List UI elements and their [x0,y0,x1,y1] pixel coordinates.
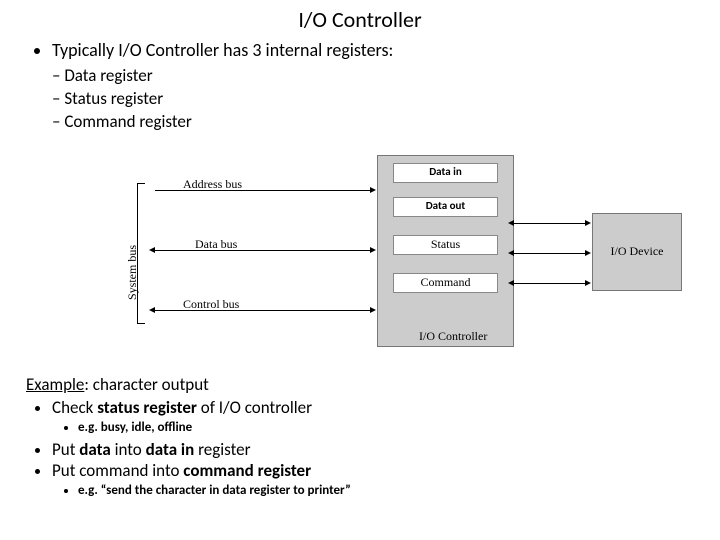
address-bus-arrow [370,187,376,193]
ctl-dev-arrow-r3 [585,280,591,286]
bullet-sub-2: Command register [52,111,694,132]
slide-title: I/O Controller [0,0,720,33]
ex1-pp: into [111,439,146,460]
ex1-b: data [79,439,110,460]
ctl-dev-line-1 [514,223,586,224]
control-bus-arrow-l [149,307,155,313]
address-bus-line [155,190,370,191]
data-in-register: Data in [393,163,498,183]
ex0-post: of I/O controller [197,397,312,418]
io-controller-label: I/O Controller [419,329,487,344]
example-item-2-sub: e.g. “send the character in data registe… [78,483,694,498]
sysbus-bracket-bot [137,323,145,324]
ex0-pre: Check [52,397,97,418]
example-item-2: Put command into command register [52,460,694,481]
data-bus-line [155,250,370,251]
bullet-sub-0: Data register [52,65,694,86]
system-bus-label: System bus [125,245,140,300]
example-item-1: Put data into data in register [52,439,694,460]
ctl-dev-line-2 [514,253,586,254]
ctl-dev-line-3 [514,283,586,284]
control-bus-line [155,310,370,311]
io-diagram: System bus Address bus Data bus Control … [125,155,695,365]
status-register: Status [393,235,498,255]
ctl-dev-arrow-r2 [585,250,591,256]
ex0-b: status register [97,397,197,418]
ctl-dev-arrow-l1 [508,220,514,226]
ctl-dev-arrow-l3 [508,280,514,286]
example-item-0: Check status register of I/O controller [52,397,694,418]
control-bus-arrow-r [370,307,376,313]
sysbus-bracket-top [137,183,145,184]
example-rest: : character output [84,374,208,395]
command-register: Command [393,273,498,293]
data-bus-arrow-l [149,247,155,253]
io-device-box: I/O Device [592,213,682,291]
ex1-pre: Put [52,439,79,460]
example-section: Example: character output Check status r… [26,374,694,502]
ctl-dev-arrow-l2 [508,250,514,256]
example-item-0-sub: e.g. busy, idle, offline [78,420,694,435]
content-area: Typically I/O Controller has 3 internal … [0,33,720,132]
data-bus-arrow-r [370,247,376,253]
ex1-post: register [194,439,250,460]
bullet-sub-1: Status register [52,88,694,109]
ex2-pre: Put command into [52,460,183,481]
ex1-b2: data in [146,439,195,460]
bullet-main: Typically I/O Controller has 3 internal … [52,39,694,61]
ex2-b: command register [183,460,311,481]
example-heading: Example: character output [26,374,694,395]
data-out-register: Data out [393,197,498,217]
example-word: Example [26,374,84,395]
ctl-dev-arrow-r1 [585,220,591,226]
